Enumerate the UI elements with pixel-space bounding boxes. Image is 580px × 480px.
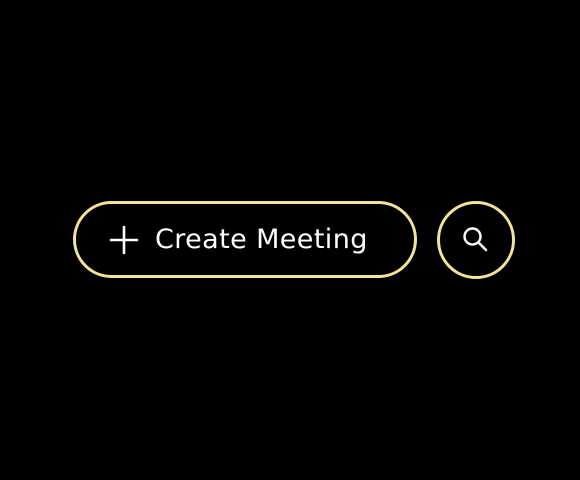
- create-meeting-label: Create Meeting: [155, 224, 368, 255]
- plus-icon: [109, 225, 139, 254]
- meeting-toolbar: Create Meeting: [0, 0, 580, 480]
- create-meeting-button[interactable]: Create Meeting: [73, 201, 417, 278]
- search-button[interactable]: [437, 201, 515, 279]
- search-icon: [463, 227, 488, 252]
